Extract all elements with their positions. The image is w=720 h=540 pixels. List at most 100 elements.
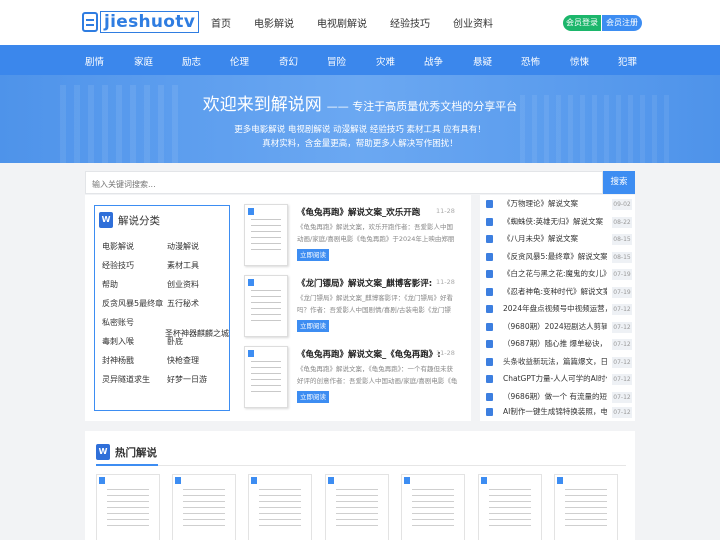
list-item-title[interactable]: 《忍者神龟:变种时代》解说文案 [503,286,607,297]
category-link[interactable]: 动漫解说 [167,241,199,252]
nav-item-movie[interactable]: 电影解说 [254,15,294,30]
list-item-title[interactable]: （9680期）2024短剧达人剪辑特 [503,321,607,332]
article-card[interactable]: 《龙门镖局》解说文案_麒博客影评: 11-28 《龙门镖局》解说文案_麒博客影评… [244,275,466,339]
list-item-title[interactable]: 《八月未央》解说文案 [503,233,607,244]
document-thumbnail[interactable] [244,204,288,266]
word-doc-icon [486,375,493,383]
list-item[interactable]: 《万物理论》解说文案 09-02 [486,195,632,213]
category-link[interactable]: 反贪风暴5最终章 [102,298,163,309]
logo-text: jieshuotv [100,11,200,33]
genre-item[interactable]: 灾难 [376,54,395,68]
category-link[interactable]: 灵异隧道求生 [102,374,150,385]
category-link[interactable]: 毒刺入喉 [102,336,134,347]
list-item-date: 07-12 [612,321,632,333]
category-box: W 解说分类 电影解说 动漫解说 经验技巧 素材工具 帮助 创业资料 反贪风暴5… [94,205,230,411]
banner-title-main: 欢迎来到解说网 [202,95,322,115]
article-summary: 《龟兔再跑》解说文案，《龟兔再跑》：一个有趣但未获好评的创意作者：吾爱影人中国动… [297,365,458,385]
list-item-title[interactable]: 《蜘蛛侠:英雄无归》解说文案 [503,216,607,227]
section-underline [96,464,158,466]
list-item[interactable]: ChatGPT力量-人人可学的AI时代 07-12 [486,370,632,388]
list-item-title[interactable]: 头条收益新玩法，篇篇爆文，日 [503,356,607,367]
article-card[interactable]: 《龟兔再跑》解说文案_欢乐开跑 11-28 《龟兔再跑》解说文案，欢乐开跑作者：… [244,204,466,268]
genre-item[interactable]: 战争 [424,54,443,68]
list-item-title[interactable]: （9687期）随心推 爆单秘诀，短 [503,338,607,349]
hot-doc-thumbnail[interactable] [172,474,236,540]
category-link[interactable]: 好梦一日游 [167,374,207,385]
article-summary: 《龙门镖局》解说文案_麒博客影评：《龙门镖局》好看吗？作者：吾爱影人中国剧情/喜… [297,294,453,314]
banner-title-tagline: —— 专注于高质量优秀文档的分享平台 [326,100,518,113]
genre-item[interactable]: 伦理 [230,54,249,68]
hot-doc-thumbnail[interactable] [401,474,465,540]
category-link[interactable]: 快枪查理 [167,355,199,366]
article-date: 11-28 [436,207,455,215]
genre-item[interactable]: 家庭 [134,54,153,68]
register-button[interactable]: 会员注册 [602,15,642,31]
category-link[interactable]: 卧底 [167,336,183,347]
read-now-button[interactable]: 立即阅读 [297,391,329,403]
nav-item-tv[interactable]: 电视剧解说 [317,15,367,30]
top-header: jieshuotv 首页 电影解说 电视剧解说 经验技巧 创业资料 会员登录 会… [0,0,720,45]
category-link[interactable]: 五行秘术 [167,298,199,309]
genre-item[interactable]: 犯罪 [618,54,637,68]
list-item[interactable]: （9680期）2024短剧达人剪辑特 07-12 [486,318,632,336]
word-doc-icon [486,270,493,278]
list-item-title[interactable]: AI制作一键生成锦特换装照，电 [503,406,607,417]
list-item[interactable]: AI制作一键生成锦特换装照，电 07-12 [486,403,632,421]
hot-doc-thumbnail[interactable] [325,474,389,540]
nav-item-home[interactable]: 首页 [211,15,231,30]
list-item-title[interactable]: 《白之花与黑之花:魔鬼的女儿》 [503,268,607,279]
genre-item[interactable]: 剧情 [85,54,104,68]
list-item[interactable]: （9687期）随心推 爆单秘诀，短 07-12 [486,335,632,353]
genre-item[interactable]: 冒险 [327,54,346,68]
site-logo[interactable]: jieshuotv [82,10,200,34]
hot-doc-thumbnail[interactable] [554,474,618,540]
genre-item[interactable]: 奇幻 [279,54,298,68]
list-item-title[interactable]: ChatGPT力量-人人可学的AI时代 [503,373,607,384]
search-button[interactable]: 搜索 [603,171,635,194]
genre-item[interactable]: 惊悚 [570,54,589,68]
category-link[interactable]: 封神杨戬 [102,355,134,366]
article-date: 11-28 [436,349,455,357]
list-item[interactable]: 《反贪风暴5:最终章》解说文案 08-15 [486,248,632,266]
category-link[interactable]: 帮助 [102,279,118,290]
list-item[interactable]: 《忍者神龟:变种时代》解说文案 07-19 [486,283,632,301]
genre-item[interactable]: 恐怖 [521,54,540,68]
read-now-button[interactable]: 立即阅读 [297,249,329,261]
login-button[interactable]: 会员登录 [563,15,601,31]
word-doc-icon [486,305,493,313]
genre-item[interactable]: 悬疑 [473,54,492,68]
list-item[interactable]: 头条收益新玩法，篇篇爆文，日 07-12 [486,353,632,371]
list-item-title[interactable]: 2024年盘点视频号中视频运营， [503,303,607,314]
article-card[interactable]: 《龟兔再跑》解说文案_《龟兔再跑》: 11-28 《龟兔再跑》解说文案，《龟兔再… [244,346,466,410]
article-title[interactable]: 《龟兔再跑》解说文案_欢乐开跑 [297,206,457,218]
hot-doc-thumbnail[interactable] [478,474,542,540]
list-item-title[interactable]: 《反贪风暴5:最终章》解说文案 [503,251,607,262]
list-item-title[interactable]: 《万物理论》解说文案 [503,198,607,209]
banner-title: 欢迎来到解说网 —— 专注于高质量优秀文档的分享平台 [0,90,720,115]
category-box-title: 解说分类 [118,214,160,227]
word-doc-icon [486,357,493,366]
list-item-title[interactable]: （9686期）做一个 有流量的短视 [503,391,607,402]
hot-doc-thumbnail[interactable] [248,474,312,540]
document-thumbnail[interactable] [244,275,288,337]
article-title[interactable]: 《龟兔再跑》解说文案_《龟兔再跑》: [297,348,457,360]
list-item-date: 07-12 [612,374,632,385]
document-thumbnail[interactable] [244,346,288,408]
genre-item[interactable]: 励志 [182,54,201,68]
nav-item-tips[interactable]: 经验技巧 [390,15,430,30]
category-link[interactable]: 素材工具 [167,260,199,271]
divider [96,465,626,466]
category-link[interactable]: 经验技巧 [102,260,134,271]
list-item[interactable]: 2024年盘点视频号中视频运营， 07-12 [486,300,632,318]
category-link[interactable]: 私密账号 [102,317,134,328]
list-item[interactable]: 《八月未央》解说文案 08-15 [486,230,632,248]
list-item[interactable]: 《蜘蛛侠:英雄无归》解说文案 08-22 [486,213,632,231]
category-link[interactable]: 电影解说 [102,241,134,252]
search-input[interactable] [86,174,602,195]
list-item[interactable]: 《白之花与黑之花:魔鬼的女儿》 07-19 [486,265,632,283]
category-link[interactable]: 创业资料 [167,279,199,290]
hot-doc-thumbnail[interactable] [96,474,160,540]
nav-item-startup[interactable]: 创业资料 [453,15,493,30]
read-now-button[interactable]: 立即阅读 [297,320,329,332]
article-title[interactable]: 《龙门镖局》解说文案_麒博客影评: [297,277,457,289]
